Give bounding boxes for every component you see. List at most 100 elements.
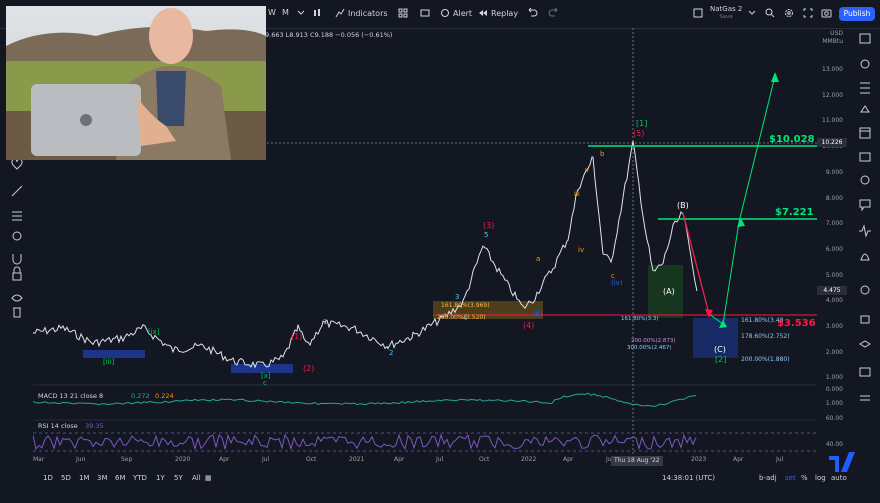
wave-label: 3 xyxy=(455,293,459,301)
fib-icon xyxy=(12,211,22,221)
fib-label: 161.80%(3.43 xyxy=(741,317,784,324)
range-button-5d[interactable]: 5D xyxy=(61,474,71,482)
rsi-value: 39.35 xyxy=(85,422,104,430)
alarm-clock-icon xyxy=(441,9,449,17)
fib-label: 200.00%(3.520) xyxy=(437,314,486,321)
range-button-ytd[interactable]: YTD xyxy=(133,474,147,482)
bottom-auto[interactable]: auto xyxy=(831,474,847,482)
range-button-1y[interactable]: 1Y xyxy=(156,474,165,482)
price-tick: 11.000 xyxy=(822,117,843,125)
unit-label: MMBtu xyxy=(822,38,843,45)
right-sidebar xyxy=(852,28,878,498)
wave-label: 2 xyxy=(389,349,393,357)
price-tick: 3.000 xyxy=(825,323,843,330)
range-button-3m[interactable]: 3M xyxy=(97,474,108,482)
price-tick: 9.000 xyxy=(825,168,843,176)
trend-line-icon xyxy=(11,185,23,197)
candles-icon[interactable] xyxy=(312,8,322,18)
time-tick: 2023 xyxy=(691,456,707,463)
current-price-badge: 4.475 xyxy=(817,286,847,295)
macd-legend: MACD 13 21 close 8 xyxy=(38,392,103,400)
bottom-log[interactable]: log xyxy=(815,474,826,482)
time-tick: Jul xyxy=(776,456,784,463)
range-button-6m[interactable]: 6M xyxy=(115,474,126,482)
time-tick: Apr xyxy=(394,456,405,463)
bottom-badj[interactable]: b-adj xyxy=(759,474,777,482)
hotlist-icon xyxy=(860,105,870,113)
rsi-tick: 60.00 xyxy=(825,415,843,422)
time-tick: 2020 xyxy=(175,456,191,463)
price-tick: 12.000 xyxy=(822,91,843,99)
time-tick: Jul xyxy=(262,456,270,463)
wave-label: (B) xyxy=(677,201,689,210)
macd-tick: 1.000 xyxy=(825,400,843,407)
rsi-series xyxy=(33,433,697,451)
chevron-down-icon[interactable] xyxy=(297,8,305,16)
alerts-icon xyxy=(860,59,870,69)
layers-icon xyxy=(859,340,871,348)
brand-logo xyxy=(827,448,855,474)
redo-icon[interactable] xyxy=(548,8,558,18)
layout-name-dropdown[interactable]: NatGas 2 Save xyxy=(710,5,742,21)
range-button-all[interactable]: All xyxy=(192,474,201,482)
search-icon[interactable] xyxy=(765,8,775,18)
price-series xyxy=(33,140,698,369)
indicators-button[interactable]: Indicators xyxy=(335,8,388,18)
price-tick: 1.000 xyxy=(825,374,843,382)
presenter-webcam xyxy=(6,6,266,160)
templates-icon[interactable] xyxy=(420,8,430,18)
range-button-1m[interactable]: 1M xyxy=(79,474,90,482)
time-axis[interactable]: Mar Jun Sep 2020 Apr Jul Oct 2021 Apr Jul Oct 2022 A… xyxy=(33,456,817,468)
gear-icon[interactable] xyxy=(784,8,794,18)
layout-grid-icon[interactable] xyxy=(398,8,408,18)
alert-button[interactable]: Alert xyxy=(440,8,472,18)
time-tick: Mar xyxy=(33,456,45,463)
price-tick: 5.000 xyxy=(825,271,843,279)
time-tick: Oct xyxy=(306,456,317,463)
price-tick: 7.000 xyxy=(825,220,843,228)
bottom-pct[interactable]: % xyxy=(801,474,808,482)
replay-button[interactable]: Replay xyxy=(478,8,518,18)
rsi-legend: RSI 14 close xyxy=(38,422,78,430)
bottom-set[interactable]: set xyxy=(785,474,796,482)
camera-icon[interactable] xyxy=(821,8,832,18)
settings-icon xyxy=(860,395,870,401)
trash-icon xyxy=(13,307,21,318)
wave-label: [2] xyxy=(715,355,726,364)
currency-label: USD xyxy=(830,30,843,37)
wave-box-iii xyxy=(83,350,145,358)
rsi-tick: 40.00 xyxy=(825,441,843,448)
notification-icon xyxy=(860,253,870,261)
macd-value: 0.272 xyxy=(131,392,150,400)
screenshot-icon xyxy=(859,367,871,377)
publish-button[interactable]: Publish xyxy=(839,7,875,21)
interval-w[interactable]: W xyxy=(268,8,276,17)
wave-label: (C) xyxy=(714,345,726,354)
time-tick: Apr xyxy=(563,456,574,463)
help-icon xyxy=(860,285,870,295)
fib-label: 200.00%(2.873) xyxy=(631,338,676,344)
wave-label: b xyxy=(600,150,605,158)
target-price-1: $10.028 xyxy=(769,134,815,145)
wave-label: iii xyxy=(574,190,580,198)
time-tick: Oct xyxy=(479,456,490,463)
interval-m[interactable]: M xyxy=(282,8,289,17)
time-tick: Sep xyxy=(121,456,133,463)
range-button-1d[interactable]: 1D xyxy=(43,474,53,482)
fullscreen-icon[interactable] xyxy=(803,8,813,18)
time-tick: Apr xyxy=(219,456,230,463)
last-price-badge: 10.226 xyxy=(817,138,847,147)
wave-label: (ii) xyxy=(533,310,543,318)
calendar-icon[interactable]: ▦ xyxy=(205,474,212,482)
wave-label: a xyxy=(536,255,540,263)
price-tick: 2.000 xyxy=(825,348,843,356)
ohlc-legend: 9.663 L8.913 C9.188 −0.056 (−0.61%) xyxy=(265,31,392,39)
magnet-icon xyxy=(12,254,22,265)
range-button-5y[interactable]: 5Y xyxy=(174,474,183,482)
wave-label: (4) xyxy=(523,321,534,330)
layout-icon[interactable] xyxy=(693,8,703,18)
undo-icon[interactable] xyxy=(528,8,538,18)
rewind-icon xyxy=(479,10,487,16)
price-axis[interactable]: USD MMBtu 13.00012.00011.00010.0009.0008… xyxy=(817,28,847,468)
chevron-down-icon[interactable] xyxy=(748,8,756,16)
